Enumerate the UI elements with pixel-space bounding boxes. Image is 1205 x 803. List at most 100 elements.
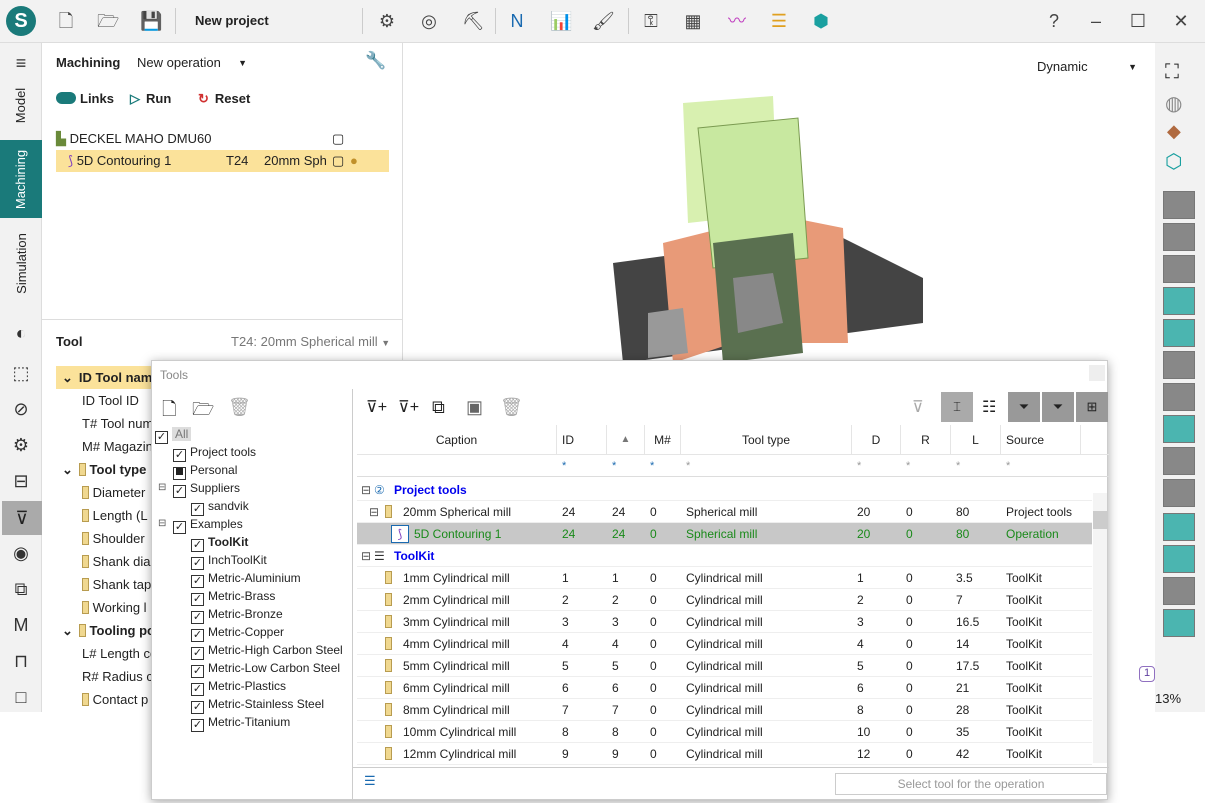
column-header[interactable]: ID: [557, 425, 607, 455]
view-tool-button[interactable]: [1163, 447, 1195, 475]
collapse-icon[interactable]: ⊟: [158, 515, 166, 533]
filter-cell[interactable]: *: [906, 455, 910, 477]
save-icon[interactable]: 💾: [140, 10, 162, 32]
tool-row[interactable]: 5mm Cylindrical mill 5 5 0 Cylindrical mill 5…: [357, 655, 1092, 677]
filter-cell[interactable]: *: [1006, 455, 1010, 477]
filter-button[interactable]: ⏷: [1008, 392, 1040, 422]
open-library-icon[interactable]: 🗁: [192, 397, 214, 427]
tab-model[interactable]: Model: [0, 73, 42, 138]
tab-machining[interactable]: Machining: [0, 140, 42, 218]
collapse-icon[interactable]: ⊟: [361, 545, 371, 567]
library-tree-item[interactable]: ✓ ToolKit: [191, 533, 248, 552]
links-toggle[interactable]: Links: [56, 91, 114, 106]
library-tree-item[interactable]: ✓ Metric-Aluminium: [191, 569, 301, 588]
maximize-button[interactable]: ☐: [1127, 10, 1149, 32]
library-tree-item[interactable]: ✓ Metric-Titanium: [191, 713, 290, 732]
collapse-icon[interactable]: ⊟: [158, 479, 166, 497]
paste-tool-icon[interactable]: ▣: [466, 397, 483, 418]
view-tool-button[interactable]: [1163, 287, 1195, 315]
view-tool-button[interactable]: [1163, 319, 1195, 347]
library-tree-item[interactable]: ✓ Metric-Bronze: [191, 605, 283, 624]
view-tool-button[interactable]: [1163, 383, 1195, 411]
machine-panel-icon[interactable]: ▦: [682, 10, 704, 32]
filter-cell[interactable]: *: [956, 455, 960, 477]
postprocessor-icon[interactable]: ⚿: [640, 10, 662, 32]
filter-cell[interactable]: *: [857, 455, 861, 477]
tool-row[interactable]: 1mm Cylindrical mill 1 1 0 Cylindrical mill 1…: [357, 567, 1092, 589]
column-header[interactable]: D: [852, 425, 901, 455]
nc-program-icon[interactable]: N: [506, 10, 528, 32]
tool-row[interactable]: 12mm Cylindrical mill 9 9 0 Cylindrical mill…: [357, 743, 1092, 765]
library-tree-item[interactable]: ✓ Metric-Brass: [191, 587, 275, 606]
spindle-icon[interactable]: ◉: [9, 541, 33, 565]
view-tool-button[interactable]: [1163, 415, 1195, 443]
view-fit-icon[interactable]: ⛶: [1165, 61, 1179, 84]
reset-button[interactable]: ↻ Reset: [198, 91, 250, 107]
copy-icon[interactable]: ⧉: [9, 577, 33, 601]
new-file-icon[interactable]: 🗋: [55, 10, 77, 32]
collapse-icon[interactable]: ⊟: [369, 501, 379, 523]
visibility-icon[interactable]: ▢: [332, 128, 344, 150]
view-tool-button[interactable]: [1163, 191, 1195, 219]
tool-row[interactable]: ⟆ 5D Contouring 1 24 24 0 Spherical mill 20 0 80…: [357, 523, 1092, 545]
workpiece-icon[interactable]: ◎: [418, 10, 440, 32]
checkbox[interactable]: ✓: [155, 431, 168, 444]
column-header[interactable]: L: [951, 425, 1001, 455]
select-tool-button[interactable]: Select tool for the operation: [835, 773, 1107, 795]
library-tree-item[interactable]: ⊟ ✓ Examples: [158, 515, 243, 534]
library-tree-item[interactable]: ✓ Metric-Plastics: [191, 677, 286, 696]
cube-icon[interactable]: ⬡: [1165, 149, 1182, 174]
collapse-icon[interactable]: ⊟: [361, 479, 371, 501]
filter-cell[interactable]: *: [686, 455, 690, 477]
settings-sliders-icon[interactable]: ☷: [982, 397, 996, 417]
copy-tool-icon[interactable]: ⧉: [432, 397, 445, 418]
view-tool-button[interactable]: [1163, 351, 1195, 379]
list-view-icon[interactable]: ☰: [364, 773, 376, 789]
view-mode-select[interactable]: Dynamic ▼: [1037, 59, 1137, 74]
column-header[interactable]: Source: [1001, 425, 1081, 455]
column-header[interactable]: Caption: [357, 425, 557, 455]
view-tool-button[interactable]: [1163, 577, 1195, 605]
column-header[interactable]: Tool type: [681, 425, 852, 455]
close-button[interactable]: ✕: [1170, 10, 1192, 32]
delete-tool-icon[interactable]: 🗑: [500, 397, 523, 418]
pick-tool-icon[interactable]: ⊽: [912, 397, 924, 417]
checkbox[interactable]: ✓: [173, 521, 186, 534]
tool-row[interactable]: 3mm Cylindrical mill 3 3 0 Cylindrical mill 3…: [357, 611, 1092, 633]
stack-icon[interactable]: ⊓: [9, 649, 33, 673]
settings-icon[interactable]: ⚙: [9, 433, 33, 457]
menu-icon[interactable]: ≡: [9, 51, 33, 75]
report-icon[interactable]: 📊: [550, 10, 572, 32]
view-tool-button[interactable]: [1163, 513, 1195, 541]
operation-tree-item[interactable]: ⟆ 5D Contouring 1 T24 20mm Sph ▢ ●: [56, 150, 389, 172]
column-header[interactable]: ▲: [607, 425, 645, 455]
tool-row[interactable]: 8mm Cylindrical mill 7 7 0 Cylindrical mill 8…: [357, 699, 1092, 721]
filter-cell[interactable]: *: [650, 455, 654, 477]
tool-row[interactable]: 10mm Cylindrical mill 8 8 0 Cylindrical mill…: [357, 721, 1092, 743]
view-tool-button[interactable]: [1163, 609, 1195, 637]
library-tree-item[interactable]: ✓ Metric-Copper: [191, 623, 284, 642]
column-header[interactable]: R: [901, 425, 951, 455]
add-holder-icon[interactable]: ⊽+: [398, 397, 419, 417]
library-tree-item[interactable]: ⊟ ✓ Suppliers: [158, 479, 240, 498]
library-tree-item[interactable]: ✓ All: [155, 425, 192, 444]
group-row[interactable]: ⊟ ☰ ToolKit: [357, 545, 1092, 567]
open-folder-icon[interactable]: 🗁: [97, 10, 119, 32]
add-tool-icon[interactable]: ⊽+: [366, 397, 387, 417]
layers-icon[interactable]: ☰: [768, 10, 790, 32]
library-tree-item[interactable]: ✓ Metric-High Carbon Steel: [191, 641, 343, 660]
filter-cell[interactable]: *: [562, 455, 566, 477]
machine-icon[interactable]: ⚙: [376, 10, 398, 32]
library-tree-item[interactable]: ✓ Project tools: [173, 443, 256, 462]
column-header[interactable]: M#: [645, 425, 681, 455]
macro-icon[interactable]: M: [9, 613, 33, 637]
library-tree-item[interactable]: Personal: [173, 461, 237, 480]
dialog-close-button[interactable]: [1089, 365, 1105, 381]
library-tree-item[interactable]: ✓ Metric-Stainless Steel: [191, 695, 324, 714]
checkbox[interactable]: ✓: [173, 485, 186, 498]
tool-row[interactable]: ⊟ 20mm Spherical mill 24 24 0 Spherical mill 2…: [357, 501, 1092, 523]
tool-row[interactable]: 6mm Cylindrical mill 6 6 0 Cylindrical mill 6…: [357, 677, 1092, 699]
operation-select[interactable]: New operation ▼: [137, 55, 247, 70]
checkbox[interactable]: ✓: [191, 719, 204, 732]
tool-row[interactable]: 4mm Cylindrical mill 4 4 0 Cylindrical mill 4…: [357, 633, 1092, 655]
